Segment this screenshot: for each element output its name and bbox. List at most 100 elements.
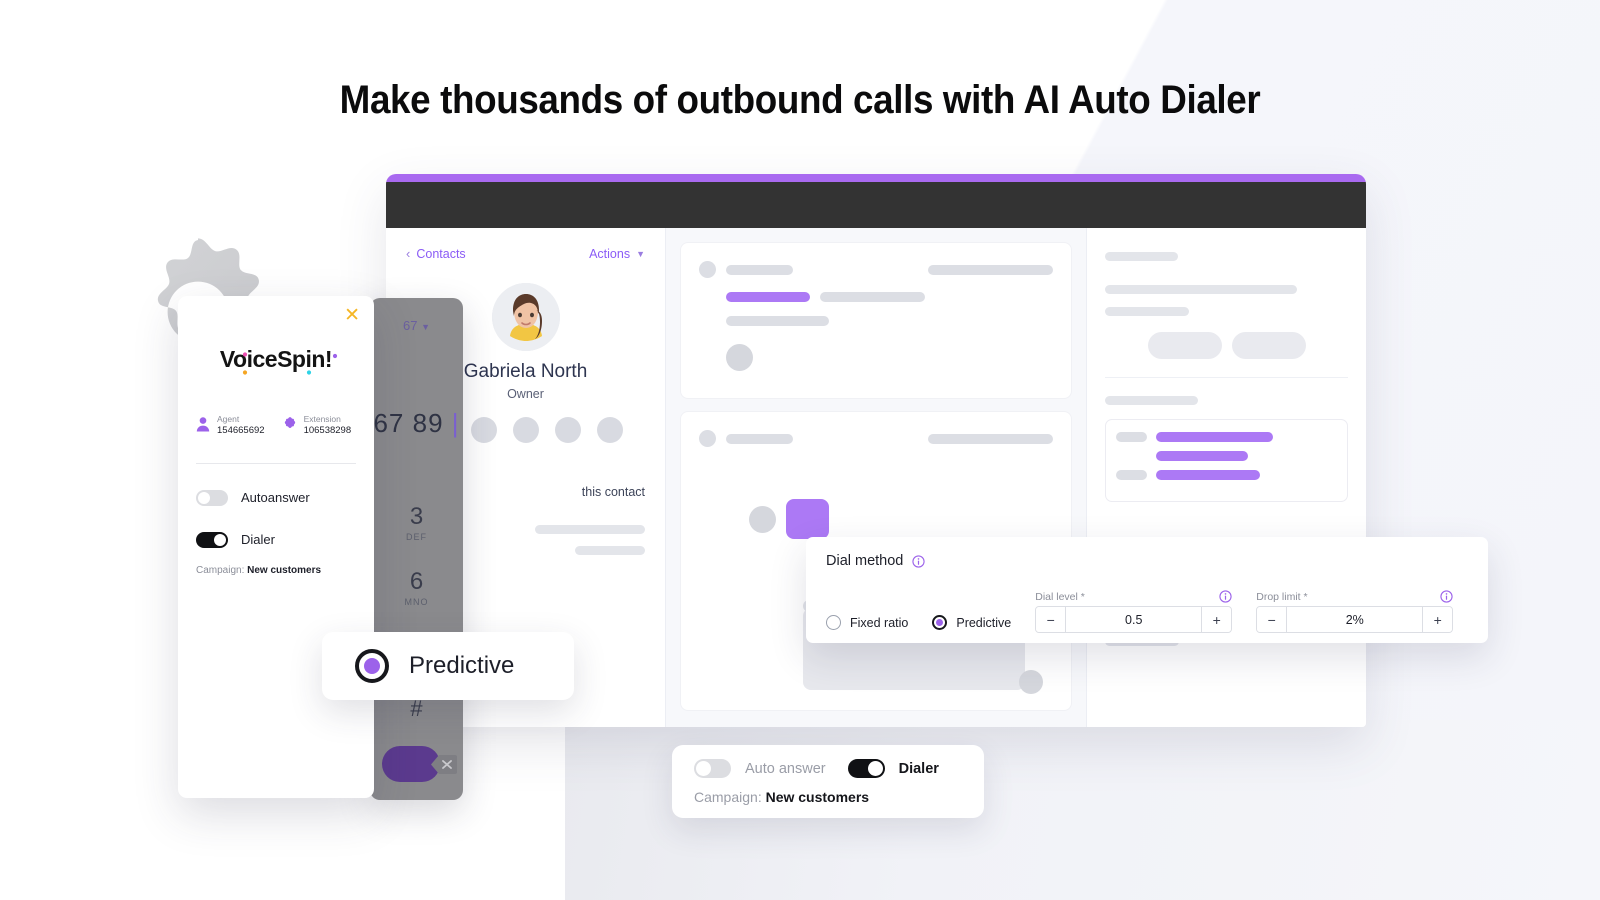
drop-limit-decrement[interactable]: − [1257, 607, 1288, 632]
skeleton-bar [820, 292, 925, 302]
agent-label: Agent [217, 414, 240, 424]
dial-level-header: Dial level * [1035, 590, 1232, 603]
dialpad-number-top: 67 [402, 318, 418, 333]
dialer-toggle[interactable] [847, 759, 885, 778]
dialpad-input[interactable]: 67 89 | [370, 408, 463, 439]
right-panel-inner-card [1105, 419, 1348, 502]
dial-level-increment[interactable]: + [1201, 607, 1232, 632]
dialpad-typed-number: 67 89 [373, 408, 444, 438]
skeleton-dot [699, 261, 716, 278]
info-icon[interactable] [1440, 590, 1453, 603]
right-panel-section [1105, 252, 1348, 378]
agent-info: Agent 154665692 [196, 414, 265, 437]
campaign-label: Campaign: [196, 564, 245, 576]
voicespin-meta: Agent 154665692 Extension 106538298 [196, 414, 356, 437]
radio-unselected-icon[interactable] [826, 615, 841, 630]
dialer-status-card: Auto answer Dialer Campaign: New custome… [672, 745, 984, 818]
dialpad-key-6[interactable]: 6 MNO [370, 568, 463, 608]
svg-text:VoiceSpin!: VoiceSpin! [220, 346, 332, 372]
radio-selected-icon[interactable] [932, 615, 948, 630]
skeleton-bar [1116, 432, 1147, 442]
auto-answer-toggle[interactable] [694, 759, 731, 778]
drop-limit-field: Drop limit * − 2% + [1256, 590, 1454, 633]
dialpad-key-digit: 6 [409, 568, 424, 595]
divider [196, 462, 356, 464]
drop-limit-label: Drop limit * [1256, 590, 1308, 603]
avatar [491, 283, 560, 351]
dial-level-stepper: − 0.5 + [1035, 606, 1233, 633]
backspace-icon[interactable] [431, 755, 457, 774]
contact-action-button[interactable] [554, 417, 581, 443]
right-panel-button[interactable] [1231, 332, 1306, 359]
actions-dropdown[interactable]: Actions ▼ [589, 247, 645, 261]
skeleton-circle [1019, 670, 1043, 694]
skeleton-dot [699, 430, 716, 447]
campaign-value: New customers [247, 564, 322, 576]
predictive-label: Predictive [409, 652, 515, 679]
skeleton-bar [1105, 307, 1189, 316]
contact-action-button[interactable] [596, 417, 623, 443]
skeleton-block-accent [786, 499, 829, 539]
chevron-down-icon: ▼ [636, 248, 645, 259]
info-icon[interactable] [912, 554, 926, 568]
campaign-row: Campaign: New customers [196, 565, 356, 576]
person-icon [196, 417, 210, 432]
right-panel-button[interactable] [1147, 332, 1222, 359]
window-accent-strip [386, 174, 1366, 182]
skeleton-card [680, 242, 1072, 399]
skeleton-bar [726, 433, 793, 444]
skeleton-bar-accent [1156, 432, 1273, 442]
dial-level-decrement[interactable]: − [1036, 607, 1067, 632]
dialpad-key-3[interactable]: 3 DEF [370, 503, 463, 543]
extension-label: Extension [303, 414, 341, 424]
predictive-option[interactable]: Predictive [932, 615, 1011, 630]
predictive-option-callout[interactable]: Predictive [322, 632, 574, 700]
voicespin-logo: VoiceSpin! [196, 344, 356, 378]
drop-limit-stepper: − 2% + [1256, 606, 1454, 633]
skeleton-bar [575, 546, 645, 555]
agent-value: 154665692 [217, 424, 265, 436]
dial-method-controls: Fixed ratio Predictive Dial level * − 0.… [826, 590, 1468, 633]
fixed-ratio-label: Fixed ratio [850, 615, 909, 630]
dialer-toggle[interactable] [196, 531, 228, 548]
autoanswer-label: Autoanswer [241, 490, 310, 506]
dialpad-panel: 67 ▼ 67 89 | 3 DEF 6 MNO # [370, 298, 463, 800]
drop-limit-value[interactable]: 2% [1287, 607, 1422, 632]
dialer-row[interactable]: Dialer [196, 531, 356, 548]
radio-selected-icon[interactable] [355, 649, 389, 683]
skeleton-bar [1105, 252, 1178, 261]
autoanswer-row[interactable]: Autoanswer [196, 489, 356, 506]
autoanswer-toggle[interactable] [196, 489, 228, 506]
skeleton-bar [1116, 470, 1147, 480]
dialpad-number-select[interactable]: 67 ▼ [370, 318, 463, 333]
contact-action-button[interactable] [470, 417, 497, 443]
drop-limit-header: Drop limit * [1256, 590, 1453, 603]
contact-action-button[interactable] [512, 417, 539, 443]
close-icon[interactable]: ✕ [344, 306, 360, 325]
skeleton-bar-accent [1156, 451, 1248, 461]
chevron-left-icon: ‹ [406, 246, 411, 261]
dial-level-field: Dial level * − 0.5 + [1035, 590, 1233, 633]
info-icon[interactable] [1219, 590, 1232, 603]
skeleton-bar [1105, 396, 1198, 405]
dialer-status-toggles: Auto answer Dialer [694, 759, 962, 778]
predictive-option-label: Predictive [956, 615, 1012, 630]
contacts-back-link[interactable]: ‹ Contacts [406, 246, 466, 261]
fixed-ratio-option[interactable]: Fixed ratio [826, 615, 908, 630]
window-header-bar [386, 182, 1366, 228]
campaign-value: New customers [765, 789, 870, 805]
auto-answer-label: Auto answer [745, 760, 826, 777]
drop-limit-increment[interactable]: + [1422, 607, 1453, 632]
skeleton-bar [928, 264, 1053, 275]
dial-method-title: Dial method [826, 553, 904, 569]
dial-method-panel: Dial method Fixed ratio Predictive Dial … [806, 537, 1488, 643]
extension-value: 106538298 [303, 424, 352, 436]
dialer-label: Dialer [898, 760, 939, 777]
dialpad-key-digit: 3 [409, 503, 424, 530]
skeleton-bar-accent [1156, 470, 1260, 480]
dialer-label: Dialer [241, 532, 275, 548]
campaign-label: Campaign: [694, 789, 762, 805]
right-panel-buttons [1105, 332, 1348, 359]
dial-level-value[interactable]: 0.5 [1066, 607, 1201, 632]
contact-nav: ‹ Contacts Actions ▼ [406, 246, 645, 261]
